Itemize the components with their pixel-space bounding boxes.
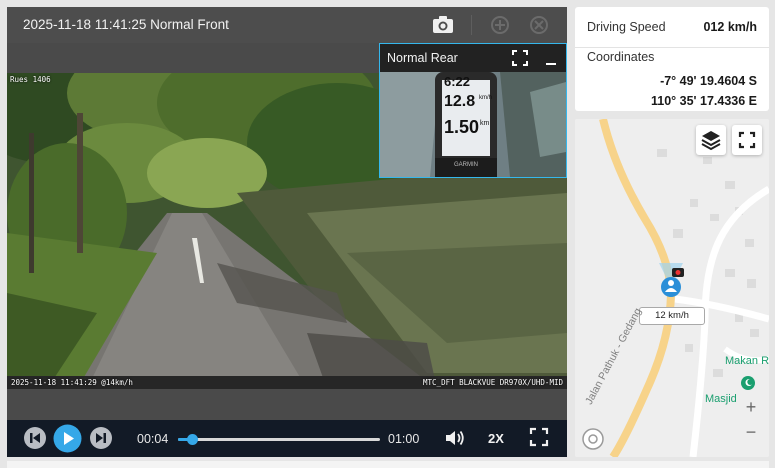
gauge-brand: GARMIN [454, 162, 478, 168]
progress-bar[interactable] [178, 434, 380, 445]
zoom-out-button[interactable]: − [738, 420, 764, 444]
layers-icon [701, 131, 721, 151]
speed-label: Driving Speed [587, 20, 666, 34]
video-title: 2025-11-18 11:41:25 Normal Front [23, 17, 229, 32]
divider [575, 47, 769, 48]
coordinates-label: Coordinates [587, 50, 655, 64]
current-time: 00:04 [137, 432, 169, 446]
rear-header: Normal Rear [380, 44, 566, 72]
rear-title: Normal Rear [387, 51, 458, 65]
map-panel[interactable]: 12 km/h Jalan Pathuk - Gedang Makan R Ma… [575, 119, 769, 457]
map-speed-bubble: 12 km/h [639, 307, 705, 325]
osd-device: MTC_DFT BLACKVUE DR970X/UHD-MID [423, 378, 563, 387]
volume-icon[interactable] [443, 426, 467, 455]
next-icon[interactable] [89, 426, 113, 455]
gauge-speed: 12.8 [444, 93, 476, 110]
playback-controls: 00:04 01:00 2X [7, 420, 567, 457]
rear-video-pip[interactable]: Normal Rear 6:22 12.8 km/h 1.50 km GARMI… [379, 43, 567, 178]
zoom-in-button[interactable]: + [738, 395, 764, 419]
gauge-speed-unit: km/h [479, 95, 493, 101]
speed-value: 012 km/h [703, 20, 757, 34]
mosque-icon [741, 376, 755, 395]
osd-timestamp: 2025-11-18 11:41:29 @14km/h [11, 378, 133, 387]
expand-icon[interactable] [511, 49, 529, 72]
osd-top-left: Rues 1406 [10, 75, 51, 84]
progress-handle[interactable] [186, 434, 198, 445]
zoom-controls: + − [738, 395, 764, 445]
gauge-time: 6:22 [444, 74, 471, 89]
video-player: 2025-11-18 11:41:25 Normal Front Rues 14… [7, 7, 567, 457]
fullscreen-icon[interactable] [528, 426, 550, 453]
gauge-distance: 1.50 [444, 117, 480, 137]
remote-icon[interactable] [527, 14, 551, 36]
total-time: 01:00 [388, 432, 420, 446]
poi-mosque-label: Masjid [705, 393, 737, 405]
playback-speed[interactable]: 2X [488, 431, 504, 446]
previous-icon[interactable] [23, 426, 47, 455]
player-top-bar: 2025-11-18 11:41:25 Normal Front [7, 7, 567, 43]
latitude-value: -7° 49' 19.4604 S [660, 74, 757, 88]
share-icon[interactable] [488, 14, 512, 36]
longitude-value: 110° 35' 17.4336 E [651, 94, 757, 108]
fullscreen-icon [738, 131, 756, 149]
poi-restaurant-label: Makan R [725, 355, 769, 367]
camera-icon[interactable] [431, 14, 455, 36]
map-fullscreen-button[interactable] [732, 125, 762, 155]
rear-video-frame: 6:22 12.8 km/h 1.50 km GARMIN [380, 72, 566, 177]
play-icon[interactable] [53, 424, 82, 458]
layers-button[interactable] [696, 125, 726, 155]
gauge-distance-unit: km [480, 120, 490, 127]
info-card: Driving Speed 012 km/h Coordinates -7° 4… [575, 7, 769, 111]
locate-icon[interactable] [582, 428, 604, 455]
minimize-icon[interactable] [544, 49, 558, 72]
divider [471, 15, 472, 35]
bottom-strip [7, 461, 769, 468]
